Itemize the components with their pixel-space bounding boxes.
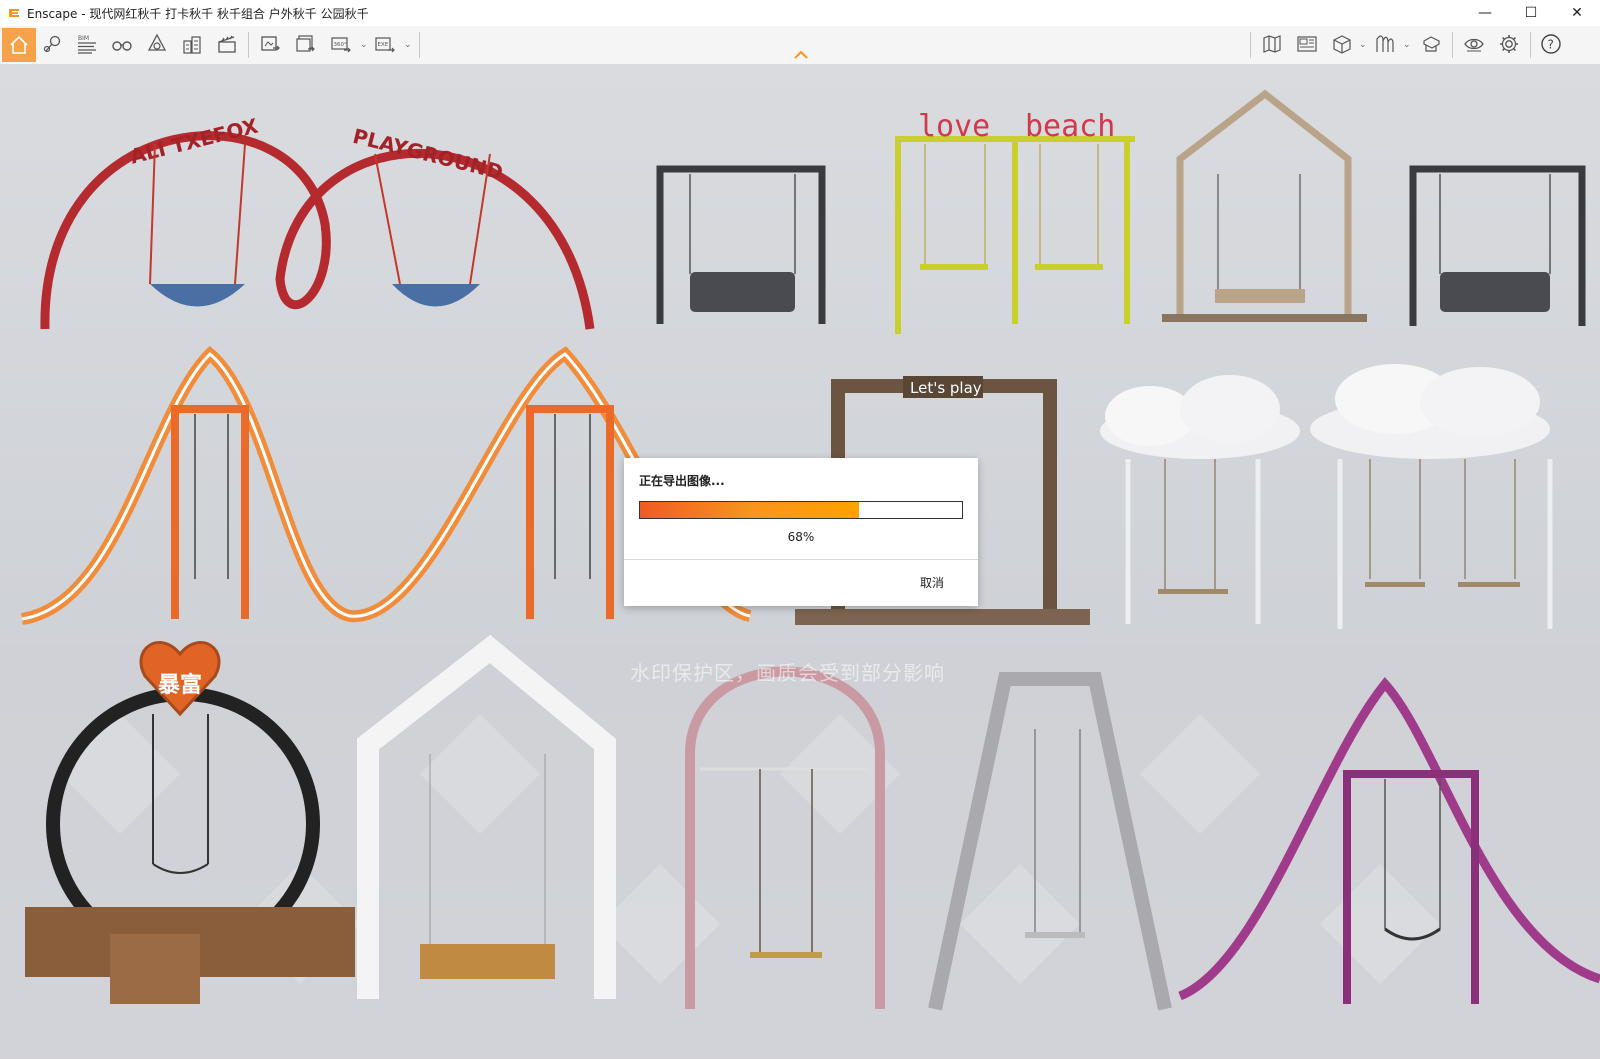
bim-icon: BIM bbox=[78, 35, 96, 54]
eye-icon bbox=[1464, 38, 1484, 52]
red-arch-swing: ALI TXEFOX PLAYGROUND bbox=[40, 114, 595, 330]
binoculars-icon bbox=[112, 41, 132, 51]
barrel-swing-2 bbox=[1409, 165, 1586, 326]
export-exe-button[interactable]: EXE bbox=[370, 29, 400, 59]
panorama-button[interactable]: 360° bbox=[326, 29, 356, 59]
heart-sign-text: 暴富 bbox=[157, 672, 202, 698]
lets-play-sign: Let's play bbox=[910, 379, 982, 397]
batch-render-button[interactable] bbox=[290, 29, 320, 59]
export-batch-icon bbox=[296, 35, 315, 52]
atlas-icon bbox=[1376, 35, 1394, 52]
dialog-title: 正在导出图像... bbox=[639, 474, 725, 488]
asset-icon bbox=[1423, 36, 1440, 52]
visual-settings-button[interactable] bbox=[1459, 29, 1489, 59]
cancel-button[interactable]: 取消 bbox=[920, 574, 944, 591]
cube-icon bbox=[1333, 35, 1351, 54]
yellow-swing: love beach bbox=[895, 109, 1135, 334]
views-button[interactable] bbox=[107, 29, 137, 59]
toolbar-separator bbox=[1530, 32, 1531, 58]
house-swing bbox=[1162, 89, 1367, 322]
barrel-swing bbox=[656, 165, 826, 324]
progress-percent-label: 68% bbox=[787, 530, 815, 544]
shape-icon bbox=[147, 33, 167, 51]
love-sign: love bbox=[918, 109, 990, 144]
material-editor-button[interactable] bbox=[1292, 29, 1322, 59]
location-pin-icon bbox=[43, 35, 61, 53]
bim-label: BIM bbox=[78, 35, 89, 42]
help-glyph: ? bbox=[1548, 38, 1554, 52]
buildings-icon bbox=[183, 36, 201, 54]
export-screenshot-icon bbox=[261, 36, 280, 51]
toolbar-separator bbox=[1250, 32, 1251, 58]
export-exe-icon: EXE bbox=[375, 37, 395, 53]
settings-icon bbox=[1500, 35, 1518, 53]
bim-button[interactable]: BIM bbox=[72, 29, 102, 59]
minimize-button[interactable]: — bbox=[1462, 0, 1508, 26]
panorama-dropdown-caret-icon[interactable]: ⌄ bbox=[360, 40, 368, 50]
cloud-swing-2 bbox=[1310, 364, 1553, 629]
toolbar-separator bbox=[1452, 32, 1453, 58]
buildings-button[interactable] bbox=[177, 29, 207, 59]
close-button[interactable]: ✕ bbox=[1554, 0, 1600, 26]
watermark-text: 水印保护区，画质会受到部分影响 bbox=[630, 661, 945, 685]
clapper-icon bbox=[218, 35, 236, 53]
home-button[interactable] bbox=[2, 28, 36, 62]
collapse-toolbar-chevron-icon[interactable] bbox=[793, 50, 809, 60]
screenshot-button[interactable] bbox=[255, 29, 285, 59]
home-icon bbox=[10, 35, 28, 54]
export-dropdown-caret-icon[interactable]: ⌄ bbox=[404, 40, 412, 50]
map-icon bbox=[1263, 35, 1281, 53]
export-progress-dialog: 正在导出图像... 68% 取消 bbox=[624, 458, 978, 606]
location-button[interactable] bbox=[38, 29, 68, 59]
minimap-button[interactable] bbox=[1257, 29, 1287, 59]
tool-button[interactable] bbox=[142, 29, 172, 59]
toolbar-separator bbox=[248, 32, 249, 58]
window-title: Enscape - 现代网红秋千 打卡秋千 秋千组合 户外秋千 公园秋千 bbox=[27, 6, 369, 21]
atlas-dropdown-caret-icon[interactable]: ⌄ bbox=[1403, 40, 1411, 50]
sign-text-1: ALI TXEFOX bbox=[128, 114, 261, 169]
label-360: 360° bbox=[334, 42, 347, 48]
beach-sign: beach bbox=[1025, 109, 1115, 144]
progress-bar bbox=[639, 501, 963, 519]
title-bar: Enscape - 现代网红秋千 打卡秋千 秋千组合 户外秋千 公园秋千 — ☐… bbox=[0, 0, 1600, 26]
sign-text-2: PLAYGROUND bbox=[350, 124, 505, 185]
help-icon: ? bbox=[1541, 34, 1561, 54]
views-3d-button[interactable] bbox=[1327, 29, 1357, 59]
media-icon bbox=[1297, 36, 1317, 52]
atlas-button[interactable] bbox=[1370, 29, 1400, 59]
dialog-divider bbox=[624, 559, 978, 560]
export-360-icon: 360° bbox=[331, 37, 351, 53]
video-editor-button[interactable] bbox=[212, 29, 242, 59]
progress-fill bbox=[640, 502, 859, 518]
asset-library-button[interactable] bbox=[1416, 29, 1446, 59]
help-button[interactable]: ? bbox=[1536, 29, 1566, 59]
cloud-swing bbox=[1100, 375, 1300, 624]
settings-button[interactable] bbox=[1494, 29, 1524, 59]
views-dropdown-caret-icon[interactable]: ⌄ bbox=[1359, 40, 1367, 50]
label-exe: EXE bbox=[378, 42, 389, 48]
toolbar-separator bbox=[419, 32, 420, 58]
maximize-button[interactable]: ☐ bbox=[1508, 0, 1554, 26]
enscape-logo-icon bbox=[9, 9, 19, 17]
